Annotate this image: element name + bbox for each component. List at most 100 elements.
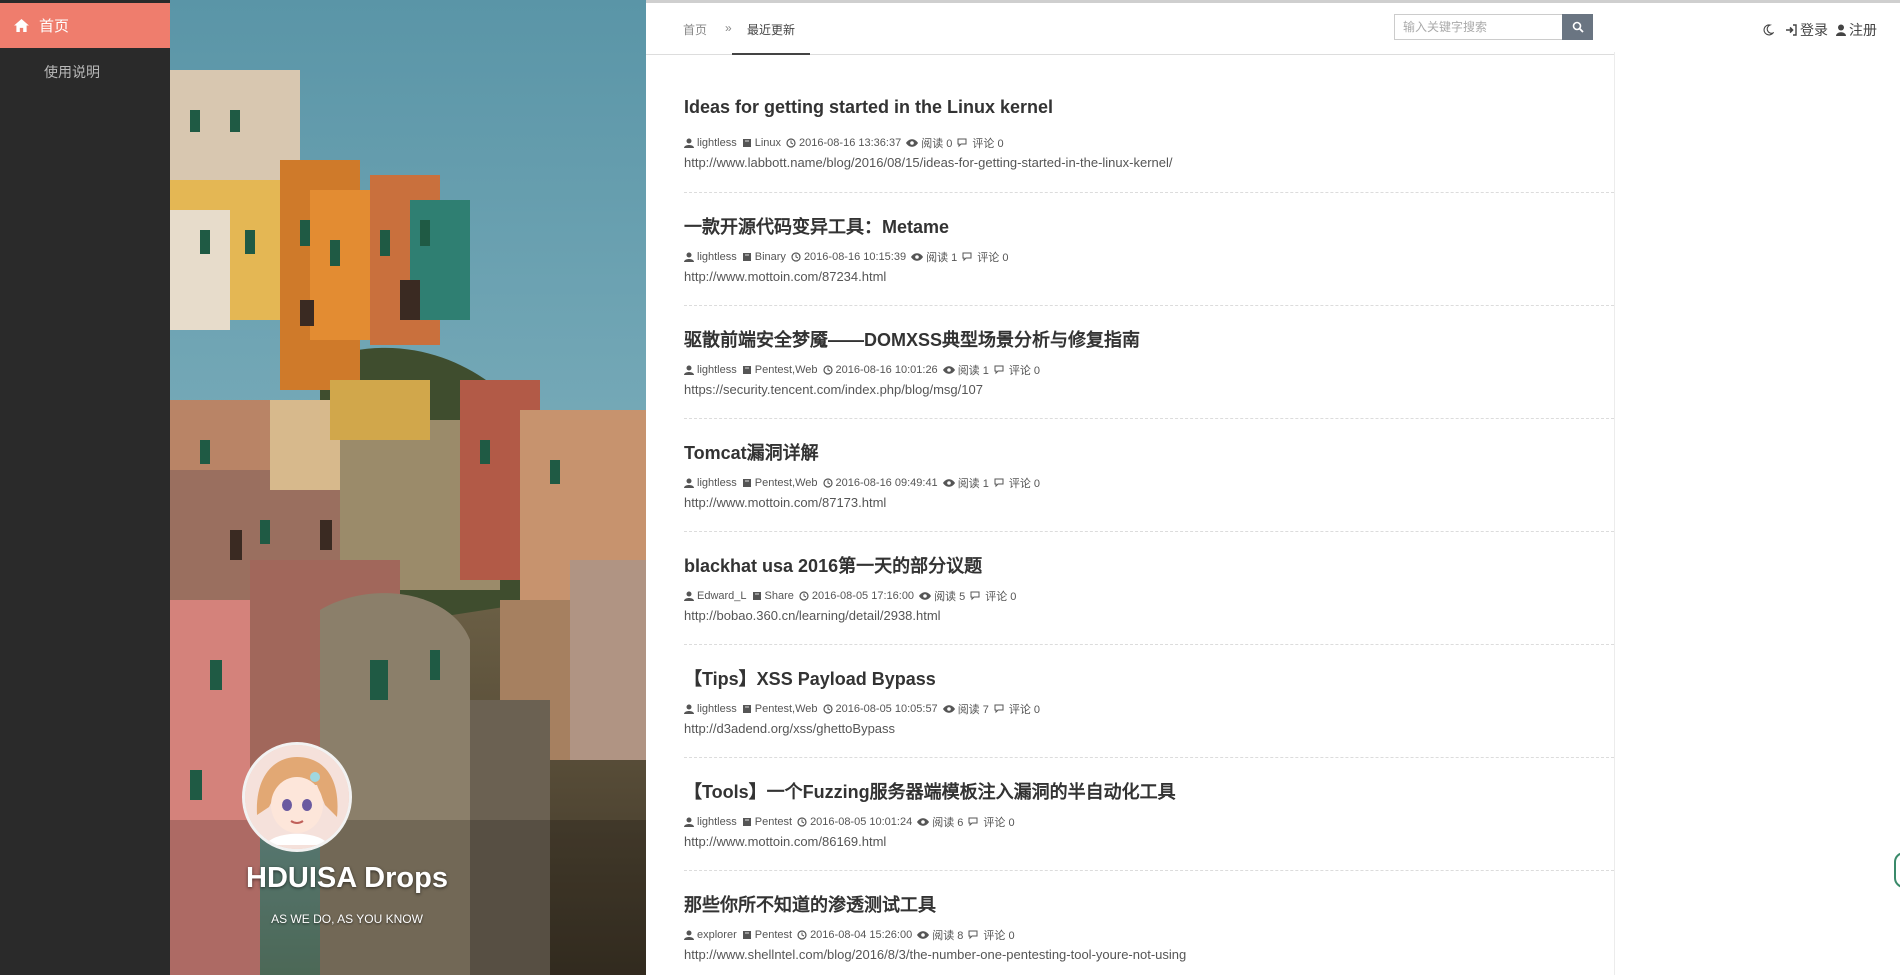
- search-input[interactable]: [1394, 14, 1562, 40]
- post-author[interactable]: lightless: [684, 251, 737, 263]
- eye-icon: [917, 818, 930, 826]
- breadcrumb-home-link[interactable]: 首页: [683, 21, 707, 38]
- avatar[interactable]: [242, 742, 352, 852]
- eye-icon: [919, 592, 932, 600]
- post-author[interactable]: Edward_L: [684, 590, 747, 602]
- post-views: 阅读 1: [942, 475, 989, 491]
- post-source-url[interactable]: http://www.mottoin.com/87173.html: [684, 495, 886, 510]
- post-author-name: lightless: [697, 816, 737, 828]
- post-author-name: explorer: [697, 929, 737, 941]
- post-title-link[interactable]: 驱散前端安全梦魇——DOMXSS典型场景分析与修复指南: [684, 326, 1140, 352]
- post-author[interactable]: lightless: [684, 137, 737, 149]
- login-link[interactable]: 登录: [1785, 20, 1828, 40]
- home-icon: [14, 19, 29, 32]
- post-source-url[interactable]: https://security.tencent.com/index.php/b…: [684, 382, 983, 397]
- post-title-link[interactable]: 一款开源代码变异工具：Metame: [684, 213, 949, 239]
- post-views: 阅读 8: [917, 927, 963, 943]
- post-category-name: Pentest,Web: [754, 364, 818, 376]
- post-category-name: Linux: [754, 137, 782, 149]
- post-title-link[interactable]: Tomcat漏洞详解: [684, 439, 819, 465]
- post-views: 阅读 1: [942, 362, 989, 378]
- book-icon: [742, 253, 751, 261]
- post-time-text: 2016-08-05 10:01:24: [810, 816, 913, 828]
- post-author[interactable]: lightless: [684, 364, 737, 376]
- tab-recent-updates[interactable]: 最近更新: [732, 3, 811, 55]
- post-time: 2016-08-05 17:16:00: [799, 590, 914, 602]
- user-icon: [1836, 24, 1846, 36]
- post-category-name: Pentest,Web: [754, 477, 818, 489]
- eye-icon: [906, 139, 919, 147]
- post-views-text: 阅读 1: [957, 478, 989, 490]
- clock-icon: [799, 591, 809, 601]
- post-title-link[interactable]: 【Tools】一个Fuzzing服务器端模板注入漏洞的半自动化工具: [684, 778, 1176, 804]
- book-icon: [742, 705, 751, 713]
- comments-icon: [968, 817, 978, 827]
- post-title-link[interactable]: Ideas for getting started in the Linux k…: [684, 97, 1053, 118]
- post-category[interactable]: Linux: [742, 137, 781, 149]
- post-source-url[interactable]: http://www.shellntel.com/blog/2016/8/3/t…: [684, 947, 1186, 962]
- post-comments-text: 评论 0: [985, 591, 1017, 603]
- post-time-text: 2016-08-16 10:15:39: [803, 251, 907, 263]
- post-views: 阅读 6: [917, 814, 963, 830]
- floating-widget[interactable]: [1894, 852, 1900, 888]
- list-item: 一款开源代码变异工具：Metame lightless Binary 2016-…: [684, 193, 1614, 306]
- post-source-url[interactable]: http://www.mottoin.com/87234.html: [684, 269, 886, 284]
- search-button[interactable]: [1562, 14, 1593, 40]
- post-category[interactable]: Share: [752, 590, 794, 602]
- post-title-link[interactable]: blackhat usa 2016第一天的部分议题: [684, 552, 982, 578]
- post-category-name: Share: [764, 590, 794, 602]
- post-category[interactable]: Pentest,Web: [742, 703, 818, 715]
- post-author[interactable]: explorer: [684, 929, 737, 941]
- post-category[interactable]: Binary: [742, 251, 786, 263]
- comments-icon: [970, 591, 980, 601]
- login-label: 登录: [1800, 22, 1828, 38]
- sidebar-item-home[interactable]: 首页: [0, 3, 170, 48]
- theme-toggle[interactable]: [1762, 24, 1777, 36]
- site-title[interactable]: HDUISA Drops: [170, 862, 524, 895]
- user-icon: [684, 704, 694, 714]
- post-category[interactable]: Pentest,Web: [742, 477, 818, 489]
- post-author[interactable]: lightless: [684, 703, 737, 715]
- breadcrumb-separator: »: [725, 21, 732, 35]
- post-views-text: 阅读 1: [926, 252, 958, 264]
- post-time: 2016-08-04 15:26:00: [797, 929, 912, 941]
- comments-icon: [994, 478, 1004, 488]
- post-time: 2016-08-16 09:49:41: [822, 477, 938, 489]
- post-category[interactable]: Pentest,Web: [742, 364, 818, 376]
- post-time: 2016-08-16 10:01:26: [822, 364, 938, 376]
- eye-icon: [942, 366, 955, 374]
- sidebar-item-label: 使用说明: [44, 64, 100, 80]
- comments-icon: [968, 930, 978, 940]
- post-category[interactable]: Pentest: [742, 929, 792, 941]
- moon-icon: [1763, 24, 1774, 36]
- book-icon: [742, 139, 751, 147]
- post-author[interactable]: lightless: [684, 477, 737, 489]
- post-comments-text: 评论 0: [977, 252, 1009, 264]
- post-category[interactable]: Pentest: [742, 816, 792, 828]
- comments-icon: [957, 138, 967, 148]
- clock-icon: [786, 138, 796, 148]
- book-icon: [742, 818, 751, 826]
- post-source-url[interactable]: http://www.labbott.name/blog/2016/08/15/…: [684, 155, 1173, 170]
- content-divider: [1614, 52, 1615, 975]
- post-views: 阅读 1: [911, 249, 957, 265]
- register-link[interactable]: 注册: [1836, 20, 1877, 40]
- user-icon: [684, 252, 694, 262]
- post-comments-text: 评论 0: [1008, 478, 1041, 490]
- list-item: Tomcat漏洞详解 lightless Pentest,Web 2016-08…: [684, 419, 1614, 532]
- sidebar-item-usage[interactable]: 使用说明: [0, 52, 170, 92]
- list-item: blackhat usa 2016第一天的部分议题 Edward_L Share…: [684, 532, 1614, 645]
- post-author-name: lightless: [697, 137, 737, 149]
- clock-icon: [822, 365, 833, 375]
- book-icon: [742, 931, 751, 939]
- post-time-text: 2016-08-16 09:49:41: [835, 477, 938, 489]
- post-source-url[interactable]: http://bobao.360.cn/learning/detail/2938…: [684, 608, 941, 623]
- post-source-url[interactable]: http://www.mottoin.com/86169.html: [684, 834, 886, 849]
- post-views-text: 阅读 7: [957, 704, 989, 716]
- post-title-link[interactable]: 那些你所不知道的渗透测试工具: [684, 891, 936, 917]
- post-time-text: 2016-08-04 15:26:00: [810, 929, 913, 941]
- post-author[interactable]: lightless: [684, 816, 737, 828]
- post-comments-text: 评论 0: [972, 138, 1004, 150]
- post-source-url[interactable]: http://d3adend.org/xss/ghettoBypass: [684, 721, 895, 736]
- post-title-link[interactable]: 【Tips】XSS Payload Bypass: [684, 665, 936, 691]
